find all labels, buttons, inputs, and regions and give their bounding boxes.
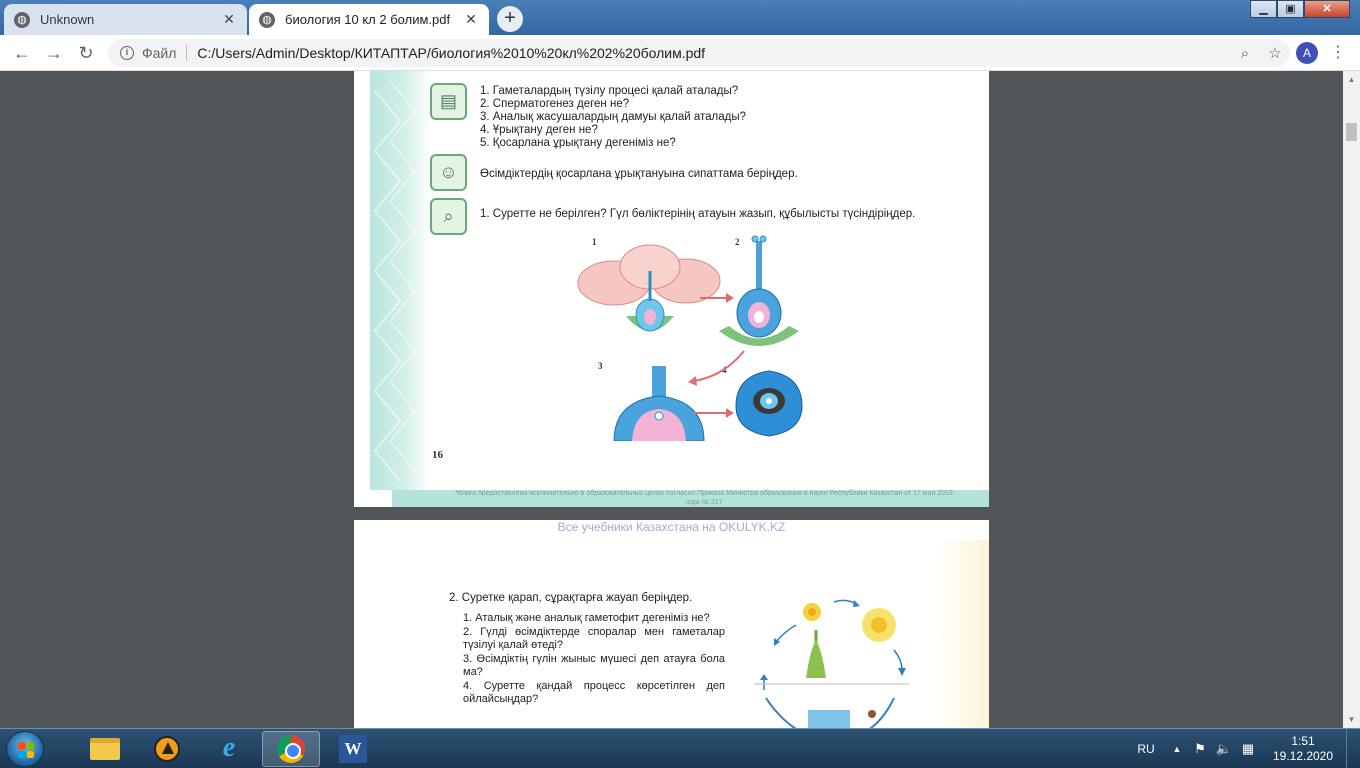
pdf-page-16: *Книга предоставлена исключительно в обр… (354, 71, 989, 507)
book-icon: ▤ (430, 83, 467, 120)
taskbar-ie[interactable]: e (200, 731, 258, 767)
language-indicator[interactable]: RU (1126, 742, 1166, 756)
question-item: 1. Гаметалардың түзілу процесі қалай ата… (480, 85, 739, 97)
close-tab-icon[interactable]: ✕ (221, 11, 237, 28)
word-icon: W (339, 735, 367, 763)
windows-taskbar: e W RU ▲ ⚑ 🔈 ▦ 1:51 19.12.2020 (0, 728, 1360, 768)
close-tab-icon[interactable]: ✕ (463, 11, 479, 28)
new-tab-button[interactable]: + (497, 6, 523, 32)
question-text: 2. Суретке қарап, сұрақтарға жауап берің… (449, 592, 693, 604)
question-item: 2. Сперматогенез деген не? (480, 98, 630, 110)
start-button[interactable] (6, 731, 44, 767)
page-decoration (937, 540, 989, 728)
task-text: Өсімдіктердің қосарлана ұрықтануына сипа… (480, 168, 798, 180)
watermark-text: *Книга предоставлена исключительно в обр… (455, 490, 953, 506)
taskbar-chrome[interactable] (262, 731, 320, 767)
scroll-down-icon[interactable]: ▼ (1343, 711, 1360, 728)
subquestion-item: 2. Гүлді өсімдіктерде споралар мен гамет… (463, 626, 725, 651)
url-scheme: Файл (142, 45, 177, 61)
head-icon: ☺ (430, 154, 467, 191)
life-cycle-illustration (754, 599, 909, 728)
clock-time: 1:51 (1291, 734, 1315, 748)
kebab-menu-icon[interactable]: ⋮ (1330, 43, 1346, 63)
volume-icon[interactable]: 🔈 (1212, 741, 1236, 757)
taskbar-avast[interactable] (138, 731, 196, 767)
chrome-icon (277, 735, 305, 763)
maximize-button[interactable]: ▣ (1277, 0, 1304, 18)
tab-unknown[interactable]: ◍ Unknown ✕ (4, 4, 247, 35)
vertical-scrollbar[interactable]: ▲ ▼ (1343, 71, 1360, 728)
tab-title: Unknown (40, 12, 95, 27)
info-icon[interactable]: i (120, 46, 134, 60)
show-desktop-button[interactable] (1346, 729, 1360, 768)
minimize-button[interactable]: ▁ (1250, 0, 1277, 18)
scroll-up-icon[interactable]: ▲ (1343, 71, 1360, 88)
subquestion-list: 1. Аталық және аналық гаметофит дегенімі… (463, 612, 725, 707)
avast-icon (154, 736, 180, 762)
task-text: 1. Суретте не берілген? Гүл бөліктерінің… (480, 208, 916, 220)
taskbar-explorer[interactable] (76, 731, 134, 767)
address-bar[interactable]: i Файл C:/Users/Admin/Desktop/КИТАПТАР/б… (108, 39, 1290, 67)
question-item: 5. Қосарлана ұрықтану дегеніміз не? (480, 137, 676, 149)
page-decoration (373, 80, 416, 482)
windows-logo-icon (18, 742, 34, 758)
flag-alert-icon[interactable]: ⚑ (1188, 741, 1212, 757)
zoom-icon[interactable]: ⌕ (1230, 45, 1260, 62)
page-number: 16 (432, 449, 443, 461)
taskbar-word[interactable]: W (324, 731, 382, 767)
tab-title: биология 10 кл 2 болим.pdf (285, 12, 451, 27)
question-item: 4. Ұрықтану деген не? (480, 124, 598, 136)
internet-explorer-icon: e (222, 732, 236, 763)
close-window-button[interactable]: ✕ (1304, 0, 1350, 18)
question-list: 1. Гаметалардың түзілу процесі қалай ата… (480, 85, 746, 150)
profile-avatar[interactable]: A (1296, 42, 1318, 64)
forward-arrow-icon[interactable]: → (42, 41, 66, 65)
window-controls: ▁ ▣ ✕ (1250, 0, 1350, 18)
subquestion-item: 4. Суретте қандай процесс көрсетілген де… (463, 680, 725, 705)
scroll-thumb[interactable] (1346, 123, 1357, 141)
divider (186, 45, 188, 61)
url-text[interactable]: C:/Users/Admin/Desktop/КИТАПТАР/биология… (197, 45, 1230, 61)
clock[interactable]: 1:51 19.12.2020 (1260, 734, 1346, 764)
tab-pdf[interactable]: ◍ биология 10 кл 2 болим.pdf ✕ (249, 4, 489, 35)
subquestion-item: 3. Өсімдіктің гүлін жыныс мүшесі деп ата… (463, 653, 725, 678)
source-banner: Все учебники Казахстана на OKULYK.KZ (557, 520, 786, 534)
magnifier-icon: ⌕ (430, 198, 467, 235)
question-item: 3. Аналық жасушалардың дамуы қалай атала… (480, 111, 747, 123)
globe-icon: ◍ (259, 11, 275, 28)
fertilization-illustration (577, 235, 803, 441)
folder-icon (90, 738, 120, 760)
reload-icon[interactable]: ↻ (74, 41, 98, 65)
browser-toolbar: ← → ↻ i Файл C:/Users/Admin/Desktop/КИТА… (0, 35, 1360, 71)
star-icon[interactable]: ☆ (1260, 44, 1290, 62)
subquestion-item: 1. Аталық және аналық гаметофит дегенімі… (463, 612, 710, 624)
back-arrow-icon[interactable]: ← (10, 41, 34, 65)
tab-strip: ◍ Unknown ✕ ◍ биология 10 кл 2 болим.pdf… (0, 0, 1360, 35)
show-hidden-icons-icon[interactable]: ▲ (1166, 744, 1188, 754)
system-tray: RU ▲ ⚑ 🔈 ▦ 1:51 19.12.2020 (1126, 729, 1360, 768)
network-icon[interactable]: ▦ (1236, 741, 1260, 757)
clock-date: 19.12.2020 (1272, 749, 1334, 763)
pdf-page-17: Все учебники Казахстана на OKULYK.KZ 2. … (354, 520, 989, 728)
globe-icon: ◍ (14, 11, 30, 28)
